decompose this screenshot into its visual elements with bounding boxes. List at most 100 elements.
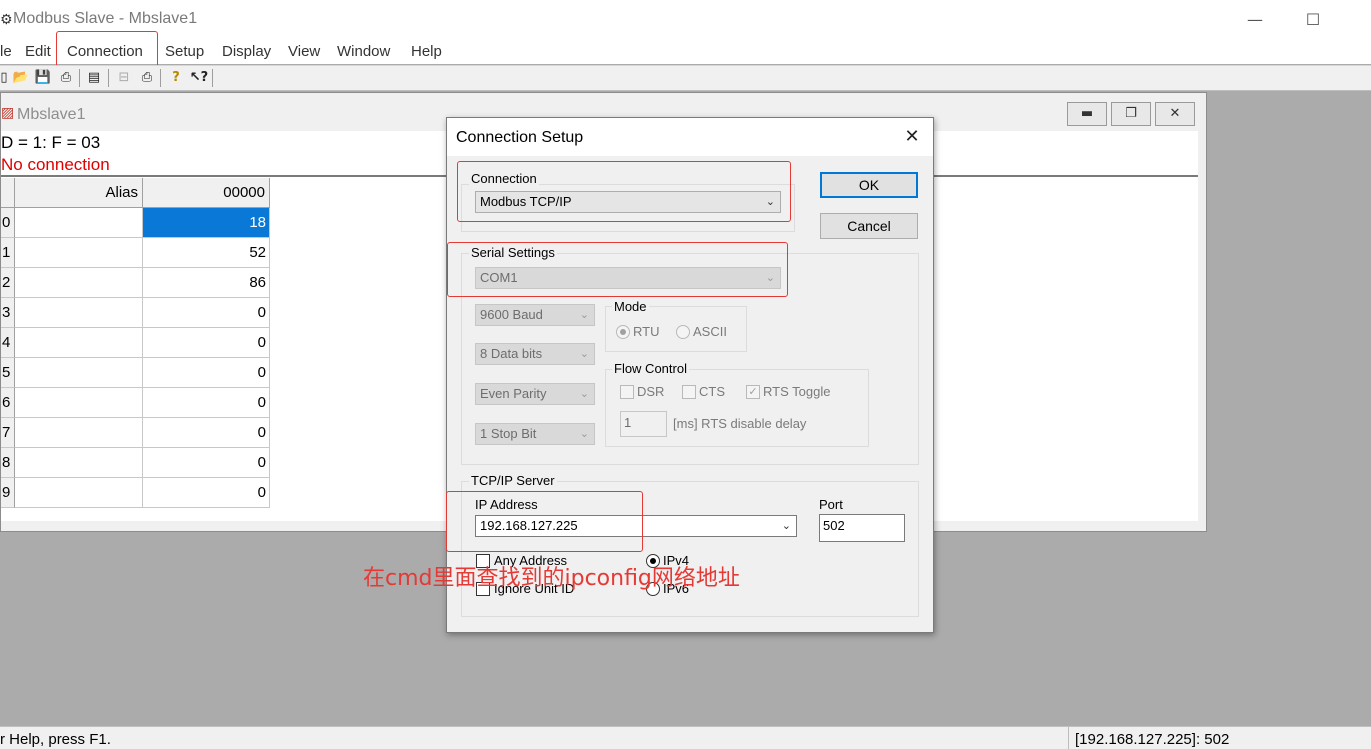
port-label: Port <box>819 497 843 512</box>
toolbar: ▯ 📂 💾 ⎙ ▤ ⊟ ⎙ ? ↖? <box>0 65 1371 91</box>
row-alias-cell[interactable] <box>15 388 143 418</box>
row-alias-cell[interactable] <box>15 358 143 388</box>
document-icon: ▨ <box>1 105 15 121</box>
close-icon[interactable]: ✕ <box>901 126 923 148</box>
main-title-bar: ⚙ Modbus Slave - Mbslave1 — ☐ <box>0 0 1371 40</box>
flow-control-label: Flow Control <box>612 361 689 376</box>
toolbar-separator <box>79 69 80 87</box>
toolbar-separator <box>160 69 161 87</box>
row-number: 5 <box>1 358 15 388</box>
row-alias-cell[interactable] <box>15 478 143 508</box>
connection-status: No connection <box>1 155 110 174</box>
row-alias-cell[interactable] <box>15 328 143 358</box>
row-alias-cell[interactable] <box>15 208 143 238</box>
open-icon[interactable]: 📂 <box>11 68 31 88</box>
row-alias-cell[interactable] <box>15 418 143 448</box>
data-bits-select[interactable]: 8 Data bits ⌄ <box>475 343 595 365</box>
row-value-cell[interactable]: 0 <box>143 478 270 508</box>
rts-toggle-checkbox[interactable]: ✓ <box>746 385 760 399</box>
row-value-cell[interactable]: 0 <box>143 448 270 478</box>
chevron-down-icon: ⌄ <box>579 387 589 400</box>
child-restore-icon[interactable]: ❐ <box>1111 102 1151 126</box>
row-value-cell[interactable]: 0 <box>143 298 270 328</box>
ip-address-highlight-box <box>446 491 643 552</box>
rts-toggle-label: RTS Toggle <box>763 384 831 399</box>
disconnect-icon[interactable]: ⎙ <box>137 68 157 88</box>
child-minimize-icon[interactable]: ▬ <box>1067 102 1107 126</box>
dsr-checkbox[interactable] <box>620 385 634 399</box>
row-alias-cell[interactable] <box>15 448 143 478</box>
status-bar: r Help, press F1. [192.168.127.225]: 502 <box>0 726 1371 749</box>
print-icon[interactable]: ⎙ <box>56 68 76 88</box>
menu-help[interactable]: Help <box>411 43 442 60</box>
serial-settings-highlight-box <box>447 242 788 297</box>
minimize-icon[interactable]: — <box>1240 8 1270 32</box>
menu-setup[interactable]: Setup <box>165 43 204 60</box>
row-value-cell[interactable]: 52 <box>143 238 270 268</box>
status-connection-address: [192.168.127.225]: 502 <box>1068 727 1371 749</box>
dialog-title-bar: Connection Setup ✕ <box>447 118 933 156</box>
chevron-down-icon: ⌄ <box>781 519 791 532</box>
row-value-cell[interactable]: 0 <box>143 418 270 448</box>
row-number: 4 <box>1 328 15 358</box>
window-icon[interactable]: ▤ <box>84 68 104 88</box>
row-value-cell[interactable]: 0 <box>143 358 270 388</box>
port-input[interactable]: 502 <box>819 514 905 542</box>
child-close-icon[interactable]: ✕ <box>1155 102 1195 126</box>
table-corner <box>1 178 15 208</box>
cancel-button[interactable]: Cancel <box>820 213 918 239</box>
menu-display[interactable]: Display <box>222 43 271 60</box>
tcp-server-label: TCP/IP Server <box>469 473 557 488</box>
context-help-icon[interactable]: ↖? <box>189 68 209 88</box>
chevron-down-icon: ⌄ <box>579 427 589 440</box>
baud-value: 9600 Baud <box>480 307 543 322</box>
row-number: 1 <box>1 238 15 268</box>
modbus-app-icon: ⚙ <box>0 12 13 28</box>
chevron-down-icon: ⌄ <box>579 347 589 360</box>
menu-file[interactable]: le <box>0 43 12 60</box>
rtu-radio[interactable] <box>616 325 630 339</box>
window-title: Modbus Slave - Mbslave1 <box>13 10 198 27</box>
row-value-cell[interactable]: 86 <box>143 268 270 298</box>
cts-label: CTS <box>699 384 725 399</box>
row-number: 3 <box>1 298 15 328</box>
row-alias-cell[interactable] <box>15 268 143 298</box>
rtu-label: RTU <box>633 324 660 339</box>
row-number: 8 <box>1 448 15 478</box>
rts-delay-label: [ms] RTS disable delay <box>673 416 807 431</box>
menu-window[interactable]: Window <box>337 43 390 60</box>
menu-bar: le Edit Connection Setup Display View Wi… <box>0 40 1371 64</box>
data-bits-value: 8 Data bits <box>480 346 543 361</box>
row-number: 0 <box>1 208 15 238</box>
ok-button[interactable]: OK <box>820 172 918 198</box>
table-header-address[interactable]: 00000 <box>143 178 270 208</box>
menu-view[interactable]: View <box>288 43 320 60</box>
row-value-cell[interactable]: 18 <box>143 208 270 238</box>
parity-select[interactable]: Even Parity ⌄ <box>475 383 595 405</box>
connect-icon[interactable]: ⊟ <box>114 68 134 88</box>
row-alias-cell[interactable] <box>15 298 143 328</box>
mode-label: Mode <box>612 299 649 314</box>
baud-select[interactable]: 9600 Baud ⌄ <box>475 304 595 326</box>
row-number: 9 <box>1 478 15 508</box>
row-number: 6 <box>1 388 15 418</box>
ascii-radio[interactable] <box>676 325 690 339</box>
help-icon[interactable]: ? <box>166 68 186 88</box>
toolbar-separator <box>108 69 109 87</box>
annotation-text: 在cmd里面查找到的ipconfig网络地址 <box>363 566 740 591</box>
ascii-label: ASCII <box>693 324 727 339</box>
rts-delay-input[interactable]: 1 <box>620 411 667 437</box>
toolbar-separator <box>212 69 213 87</box>
row-value-cell[interactable]: 0 <box>143 388 270 418</box>
connection-highlight-box <box>457 161 791 222</box>
row-alias-cell[interactable] <box>15 238 143 268</box>
save-icon[interactable]: 💾 <box>33 68 53 88</box>
child-title: Mbslave1 <box>17 106 86 123</box>
table-header-alias[interactable]: Alias <box>15 178 143 208</box>
chevron-down-icon: ⌄ <box>579 308 589 321</box>
cts-checkbox[interactable] <box>682 385 696 399</box>
menu-edit[interactable]: Edit <box>25 43 51 60</box>
stop-bits-select[interactable]: 1 Stop Bit ⌄ <box>475 423 595 445</box>
maximize-icon[interactable]: ☐ <box>1298 8 1328 32</box>
row-value-cell[interactable]: 0 <box>143 328 270 358</box>
